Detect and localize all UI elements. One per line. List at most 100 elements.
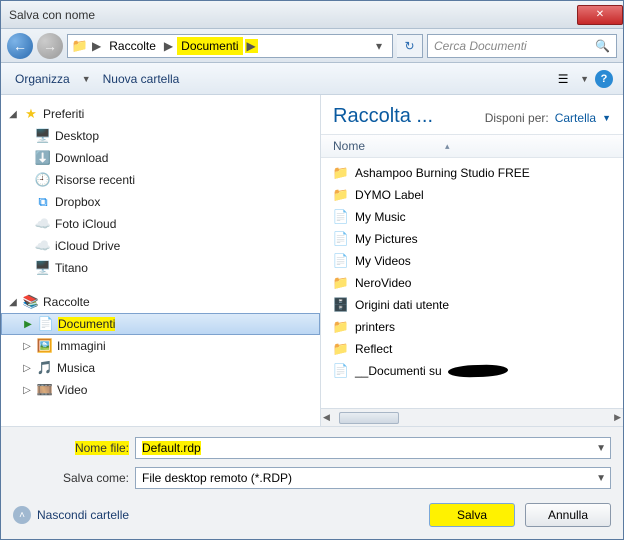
icloud-drive-icon: ☁️ bbox=[35, 238, 51, 254]
breadcrumb[interactable]: 📁 ▶ Raccolte ▶ Documenti ▶ ▾ bbox=[67, 34, 393, 58]
folder-icon: 📁 bbox=[333, 187, 349, 203]
dropdown-icon: ▼ bbox=[580, 74, 589, 84]
search-input[interactable]: Cerca Documenti 🔍 bbox=[427, 34, 617, 58]
folder-icon: 📁 bbox=[333, 165, 349, 181]
tree-item[interactable]: ⧉Dropbox bbox=[1, 191, 320, 213]
tree-item[interactable]: ▷🖼️Immagini bbox=[1, 335, 320, 357]
chevron-right-icon: ▶ bbox=[90, 39, 103, 53]
list-item[interactable]: 📄My Pictures bbox=[329, 228, 615, 250]
window-buttons: ✕ bbox=[575, 5, 623, 25]
cancel-button[interactable]: Annulla bbox=[525, 503, 611, 527]
list-item[interactable]: 📄__Documenti su bbox=[329, 360, 615, 382]
tree-item[interactable]: ☁️Foto iCloud bbox=[1, 213, 320, 235]
filename-input[interactable]: Default.rdp ▼ bbox=[135, 437, 611, 459]
view-options-button[interactable]: ☰ bbox=[552, 68, 574, 90]
tree-label: Preferiti bbox=[43, 107, 84, 121]
redacted-scribble bbox=[448, 364, 508, 378]
icloud-photos-icon: ☁️ bbox=[35, 216, 51, 232]
tree-item[interactable]: ▷🎞️Video bbox=[1, 379, 320, 401]
list-item[interactable]: 📁Reflect bbox=[329, 338, 615, 360]
tree-item[interactable]: ▷🎵Musica bbox=[1, 357, 320, 379]
arrange-by-label: Disponi per: bbox=[485, 111, 549, 125]
saveas-label: Salva come: bbox=[13, 471, 129, 485]
desktop-icon: 🖥️ bbox=[35, 128, 51, 144]
dropdown-icon[interactable]: ▼ bbox=[602, 113, 611, 123]
library-link-icon: 📄 bbox=[333, 253, 349, 269]
list-item[interactable]: 📄My Music bbox=[329, 206, 615, 228]
filename-label: Nome file: bbox=[13, 441, 129, 455]
filename-row: Nome file: Default.rdp ▼ bbox=[13, 437, 611, 459]
library-icon: 📚 bbox=[23, 294, 39, 310]
expand-icon[interactable]: ▷ bbox=[21, 341, 33, 352]
dialog-body: ◢ ★ Preferiti 🖥️Desktop ⬇️Download 🕘Riso… bbox=[1, 95, 623, 426]
address-bar: ← → 📁 ▶ Raccolte ▶ Documenti ▶ ▾ ↻ Cerca… bbox=[1, 29, 623, 63]
file-list[interactable]: 📁Ashampoo Burning Studio FREE 📁DYMO Labe… bbox=[321, 158, 623, 408]
pictures-library-icon: 🖼️ bbox=[37, 338, 53, 354]
tree-group-favorites[interactable]: ◢ ★ Preferiti bbox=[1, 103, 320, 125]
tree-group-libraries[interactable]: ◢ 📚 Raccolte bbox=[1, 291, 320, 313]
breadcrumb-item[interactable]: Documenti bbox=[177, 37, 242, 55]
save-button[interactable]: Salva bbox=[429, 503, 515, 527]
recent-icon: 🕘 bbox=[35, 172, 51, 188]
breadcrumb-item[interactable]: Raccolte bbox=[105, 37, 160, 55]
column-name[interactable]: Nome bbox=[333, 139, 365, 153]
folder-icon: 📁 bbox=[333, 275, 349, 291]
search-icon: 🔍 bbox=[595, 39, 610, 53]
content-header: Raccolta ... Disponi per: Cartella ▼ bbox=[321, 95, 623, 134]
documents-library-icon: 📄 bbox=[38, 316, 54, 332]
tree-item[interactable]: ⬇️Download bbox=[1, 147, 320, 169]
collapse-icon[interactable]: ◢ bbox=[7, 297, 19, 308]
tree-item[interactable]: ☁️iCloud Drive bbox=[1, 235, 320, 257]
list-item[interactable]: 🗄️Origini dati utente bbox=[329, 294, 615, 316]
list-item[interactable]: 📁printers bbox=[329, 316, 615, 338]
tree-item[interactable]: 🕘Risorse recenti bbox=[1, 169, 320, 191]
tree-item-documents[interactable]: ▶ 📄 Documenti bbox=[1, 313, 320, 335]
save-dialog: Salva con nome ✕ ← → 📁 ▶ Raccolte ▶ Docu… bbox=[0, 0, 624, 540]
expand-icon[interactable]: ▷ bbox=[21, 385, 33, 396]
forward-button[interactable]: → bbox=[37, 33, 63, 59]
horizontal-scrollbar[interactable] bbox=[321, 408, 623, 426]
help-button[interactable]: ? bbox=[595, 70, 613, 88]
content-pane: Raccolta ... Disponi per: Cartella ▼ Nom… bbox=[321, 95, 623, 426]
back-button[interactable]: ← bbox=[7, 33, 33, 59]
videos-library-icon: 🎞️ bbox=[37, 382, 53, 398]
list-item[interactable]: 📁Ashampoo Burning Studio FREE bbox=[329, 162, 615, 184]
dropdown-icon[interactable]: ▼ bbox=[596, 473, 606, 484]
arrange-by-value[interactable]: Cartella bbox=[555, 111, 596, 125]
fields-panel: Nome file: Default.rdp ▼ Salva come: Fil… bbox=[1, 426, 623, 495]
chevron-right-icon: ▶ bbox=[245, 39, 258, 53]
saveas-select[interactable]: File desktop remoto (*.RDP) ▼ bbox=[135, 467, 611, 489]
collapse-icon[interactable]: ◢ bbox=[7, 109, 19, 120]
list-item[interactable]: 📁NeroVideo bbox=[329, 272, 615, 294]
dsn-icon: 🗄️ bbox=[333, 297, 349, 313]
download-icon: ⬇️ bbox=[35, 150, 51, 166]
tree-item[interactable]: 🖥️Titano bbox=[1, 257, 320, 279]
saveas-row: Salva come: File desktop remoto (*.RDP) … bbox=[13, 467, 611, 489]
dropdown-icon[interactable]: ▾ bbox=[370, 39, 388, 53]
titlebar: Salva con nome ✕ bbox=[1, 1, 623, 29]
chevron-right-icon: ▶ bbox=[162, 39, 175, 53]
scrollbar-thumb[interactable] bbox=[339, 412, 399, 424]
column-header[interactable]: Nome ▴ bbox=[321, 134, 623, 158]
library-link-icon: 📄 bbox=[333, 231, 349, 247]
organize-menu[interactable]: Organizza bbox=[11, 70, 74, 88]
new-folder-button[interactable]: Nuova cartella bbox=[99, 70, 184, 88]
star-icon: ★ bbox=[23, 106, 39, 122]
list-item[interactable]: 📁DYMO Label bbox=[329, 184, 615, 206]
tree-item[interactable]: 🖥️Desktop bbox=[1, 125, 320, 147]
dropdown-icon[interactable]: ▼ bbox=[596, 443, 606, 454]
library-link-icon: 📄 bbox=[333, 209, 349, 225]
expand-icon[interactable]: ▶ bbox=[22, 319, 34, 330]
folder-icon: 📁 bbox=[333, 319, 349, 335]
close-button[interactable]: ✕ bbox=[577, 5, 623, 25]
list-item[interactable]: 📄My Videos bbox=[329, 250, 615, 272]
window-title: Salva con nome bbox=[9, 8, 575, 22]
refresh-button[interactable]: ↻ bbox=[397, 34, 423, 58]
expand-icon[interactable]: ▷ bbox=[21, 363, 33, 374]
hide-folders-button[interactable]: ˄ Nascondi cartelle bbox=[13, 506, 129, 524]
button-bar: ˄ Nascondi cartelle Salva Annulla bbox=[1, 495, 623, 539]
library-link-icon: 📄 bbox=[333, 363, 349, 379]
nav-tree[interactable]: ◢ ★ Preferiti 🖥️Desktop ⬇️Download 🕘Riso… bbox=[1, 95, 321, 426]
dropdown-icon: ▼ bbox=[82, 74, 91, 84]
folder-icon: 📁 bbox=[333, 341, 349, 357]
